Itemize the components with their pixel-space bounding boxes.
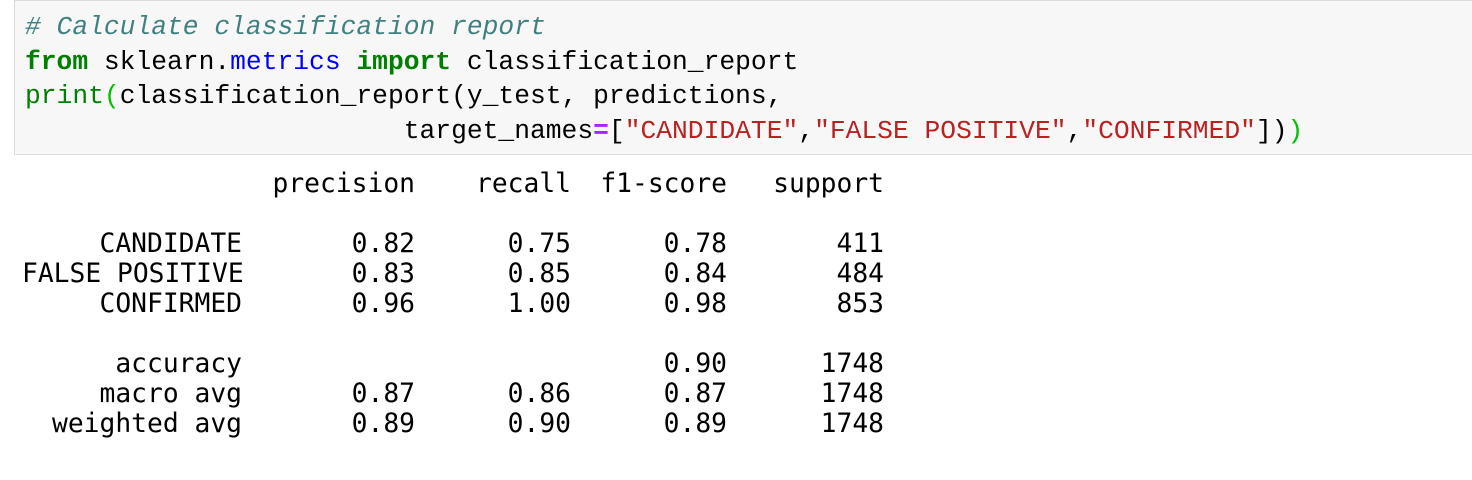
report-call: classification_report(y_test, prediction… [119,81,783,111]
summary-row: weighted avg 0.89 0.90 0.89 1748 [22,409,884,439]
support-value: 484 [836,259,885,289]
bracket-close: ]) [1255,115,1288,146]
imported-name: classification_report [451,46,799,77]
bracket-open: [ [608,115,625,146]
string-false-positive: "FALSE POSITIVE" [814,115,1067,146]
support-value: 1748 [820,349,884,379]
arg-target-names: target_names [403,115,594,146]
code-line-import: from sklearn.metrics import classificati… [25,45,1303,80]
code-editor[interactable]: # Calculate classification report from sk… [25,10,1303,148]
header-support: support [773,169,884,199]
print-close-paren: ) [1287,115,1304,146]
code-comment: # Calculate classification report [25,12,546,42]
builtin-print: print [25,81,104,111]
module-name: sklearn. [88,46,231,77]
report-row: CANDIDATE 0.82 0.75 0.78 411 [22,229,885,259]
cell-output: precision recall f1-score support CANDID… [22,169,885,439]
support-value: 411 [836,229,885,259]
comma: , [798,115,815,146]
code-cell[interactable]: # Calculate classification report from sk… [14,0,1472,155]
support-value: 1748 [820,409,884,439]
print-open-paren: ( [103,81,120,111]
support-value: 1748 [820,379,884,409]
summary-row: accuracy 0.90 1748 [22,349,884,379]
report-row: CONFIRMED 0.96 1.00 0.98 853 [22,289,885,319]
code-line-comment: # Calculate classification report [25,10,1303,45]
summary-row: macro avg 0.87 0.86 0.87 1748 [22,379,885,409]
string-confirmed: "CONFIRMED" [1082,115,1256,146]
report-header-row: precision recall f1-score support [22,169,885,199]
keyword-from: from [25,46,89,77]
support-value: 853 [836,289,885,319]
module-attr: metrics [230,46,341,77]
operator-equals: = [593,115,609,146]
comma: , [1066,115,1083,146]
keyword-import: import [356,46,452,77]
string-candidate: "CANDIDATE" [624,115,799,146]
code-line-print: print(classification_report(y_test, pred… [25,79,1303,114]
code-line-target-names: target_names=["CANDIDATE","FALSE POSITIV… [25,114,1304,149]
report-row: FALSE POSITIVE 0.83 0.85 0.84 484 [22,259,884,289]
